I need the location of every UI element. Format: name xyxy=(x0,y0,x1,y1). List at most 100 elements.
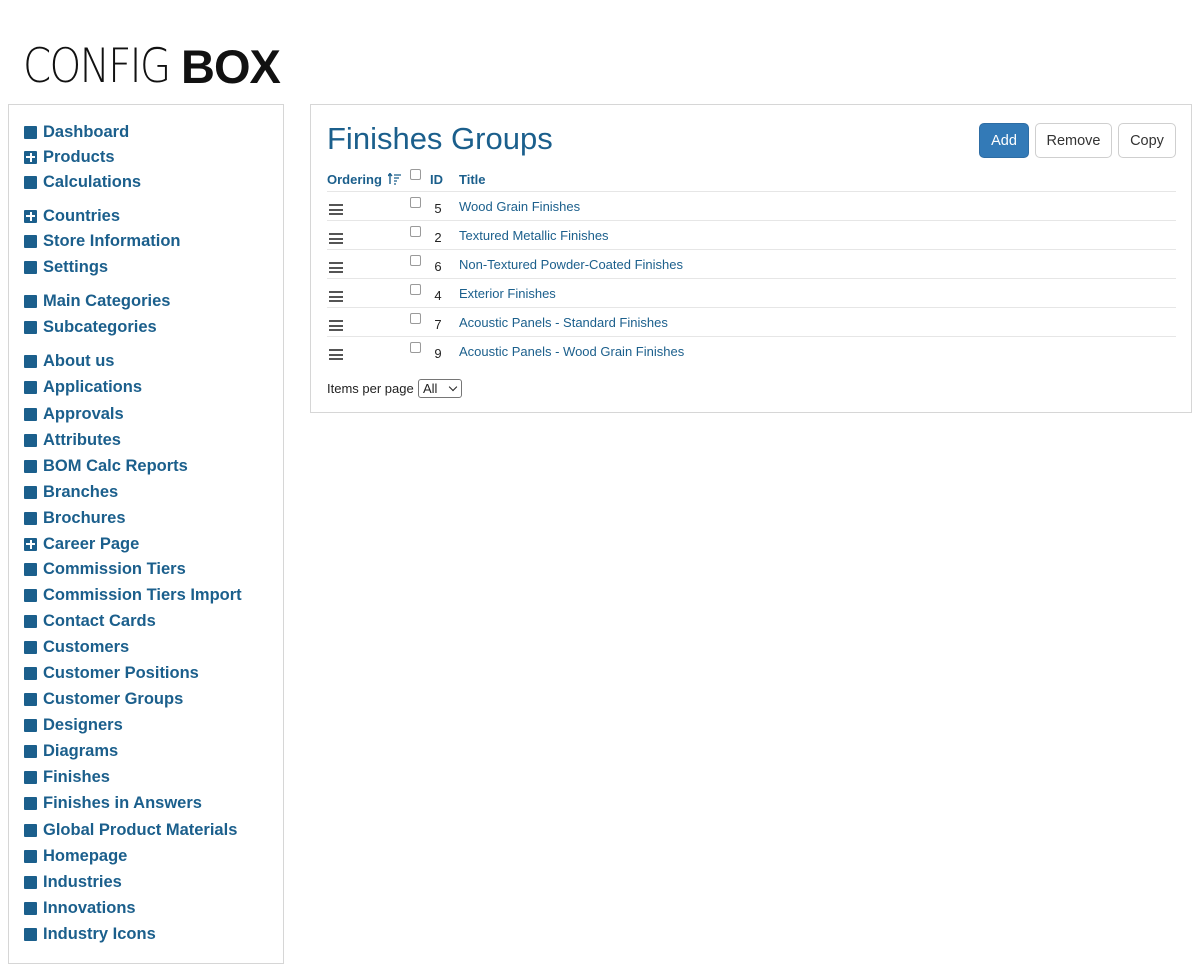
title-header[interactable]: Title xyxy=(459,172,486,187)
id-header[interactable]: ID xyxy=(430,172,443,187)
sidebar-item-commission-tiers[interactable]: Commission Tiers xyxy=(24,559,186,579)
sidebar-item-industries[interactable]: Industries xyxy=(24,872,122,892)
sidebar-item-designers[interactable]: Designers xyxy=(24,715,123,735)
sidebar-item-label: Designers xyxy=(43,715,123,734)
sort-icon xyxy=(386,172,401,185)
ordering-header[interactable]: Ordering xyxy=(327,172,402,187)
row-title-link[interactable]: Non-Textured Powder-Coated Finishes xyxy=(459,257,683,272)
sidebar-item-innovations[interactable]: Innovations xyxy=(24,898,136,918)
row-checkbox[interactable] xyxy=(410,284,421,295)
main-panel: Finishes Groups Add Remove Copy Ordering… xyxy=(310,104,1192,413)
menu-square-icon xyxy=(24,770,37,784)
row-divider xyxy=(327,249,1176,250)
drag-handle-icon[interactable] xyxy=(329,233,343,244)
sidebar-item-settings[interactable]: Settings xyxy=(24,257,108,277)
sidebar-item-about-us[interactable]: About us xyxy=(24,351,115,371)
header-divider xyxy=(327,191,1176,192)
sidebar-item-career-page[interactable]: Career Page xyxy=(24,534,139,554)
menu-square-icon xyxy=(24,901,37,915)
copy-button[interactable]: Copy xyxy=(1118,123,1176,158)
sidebar-item-customer-positions[interactable]: Customer Positions xyxy=(24,663,199,683)
sidebar-item-products[interactable]: Products xyxy=(24,147,115,167)
drag-handle-icon[interactable] xyxy=(329,262,343,273)
sidebar-item-applications[interactable]: Applications xyxy=(24,377,142,397)
sidebar-item-customer-groups[interactable]: Customer Groups xyxy=(24,689,183,709)
menu-square-icon xyxy=(24,485,37,499)
sidebar-item-calculations[interactable]: Calculations xyxy=(24,172,141,192)
sidebar-item-subcategories[interactable]: Subcategories xyxy=(24,317,157,337)
sidebar-item-industry-icons[interactable]: Industry Icons xyxy=(24,924,156,944)
row-divider xyxy=(327,307,1176,308)
sidebar-item-branches[interactable]: Branches xyxy=(24,482,118,502)
sidebar-item-label: Brochures xyxy=(43,508,126,527)
menu-square-icon xyxy=(24,875,37,889)
drag-handle-icon[interactable] xyxy=(329,320,343,331)
sidebar-item-label: BOM Calc Reports xyxy=(43,456,188,475)
row-id: 5 xyxy=(434,201,442,216)
remove-button[interactable]: Remove xyxy=(1035,123,1112,158)
row-id: 7 xyxy=(434,317,442,332)
menu-square-icon xyxy=(24,849,37,863)
sidebar-item-contact-cards[interactable]: Contact Cards xyxy=(24,611,156,631)
menu-square-icon xyxy=(24,562,37,576)
page-title: Finishes Groups xyxy=(327,121,553,156)
expand-plus-icon xyxy=(24,537,37,551)
sidebar-nav: Dashboard Products Calculations Countries St… xyxy=(8,104,284,964)
menu-square-icon xyxy=(24,459,37,473)
row-checkbox[interactable] xyxy=(410,313,421,324)
sidebar-item-label: Calculations xyxy=(43,172,142,191)
menu-square-icon xyxy=(24,294,37,308)
sidebar-item-label: Attributes xyxy=(43,430,121,449)
row-title-link[interactable]: Exterior Finishes xyxy=(459,286,556,301)
add-button[interactable]: Add xyxy=(979,123,1029,158)
items-per-page-select[interactable]: All xyxy=(418,379,462,398)
sidebar-item-label: Applications xyxy=(43,377,143,396)
sidebar-item-store-information[interactable]: Store Information xyxy=(24,231,181,251)
row-title-link[interactable]: Wood Grain Finishes xyxy=(459,199,580,214)
menu-square-icon xyxy=(24,175,37,189)
sidebar-item-main-categories[interactable]: Main Categories xyxy=(24,291,170,311)
menu-square-icon xyxy=(24,823,37,837)
drag-handle-icon[interactable] xyxy=(329,204,343,215)
sidebar-item-label: Finishes in Answers xyxy=(43,793,202,812)
sidebar-item-bom-calc-reports[interactable]: BOM Calc Reports xyxy=(24,456,188,476)
menu-square-icon xyxy=(24,692,37,706)
drag-handle-icon[interactable] xyxy=(329,349,343,360)
sidebar-item-label: Career Page xyxy=(43,534,140,553)
sidebar-item-commission-tiers-import[interactable]: Commission Tiers Import xyxy=(24,585,242,605)
sidebar-item-attributes[interactable]: Attributes xyxy=(24,430,121,450)
sidebar-item-finishes[interactable]: Finishes xyxy=(24,767,110,787)
select-all-checkbox[interactable] xyxy=(410,169,421,180)
menu-square-icon xyxy=(24,407,37,421)
sidebar-item-brochures[interactable]: Brochures xyxy=(24,508,126,528)
sidebar-item-label: Approvals xyxy=(43,404,124,423)
sidebar-item-label: Finishes xyxy=(43,767,110,786)
row-title-link[interactable]: Acoustic Panels - Wood Grain Finishes xyxy=(459,344,684,359)
items-per-page-label: Items per page xyxy=(327,381,414,396)
menu-square-icon xyxy=(24,433,37,447)
sidebar-item-diagrams[interactable]: Diagrams xyxy=(24,741,118,761)
sidebar-item-homepage[interactable]: Homepage xyxy=(24,846,127,866)
sidebar-item-label: Settings xyxy=(43,257,109,276)
drag-handle-icon[interactable] xyxy=(329,291,343,302)
row-checkbox[interactable] xyxy=(410,197,421,208)
sidebar-item-finishes-in-answers[interactable]: Finishes in Answers xyxy=(24,793,202,813)
row-id: 4 xyxy=(434,288,442,303)
row-title-link[interactable]: Textured Metallic Finishes xyxy=(459,228,609,243)
expand-plus-icon xyxy=(24,209,37,223)
sidebar-item-label: Products xyxy=(43,147,115,166)
configbox-logo: CONFIG BOX xyxy=(23,39,281,94)
sidebar-item-customers[interactable]: Customers xyxy=(24,637,129,657)
sidebar-item-label: Contact Cards xyxy=(43,611,156,630)
sidebar-item-global-product-materials[interactable]: Global Product Materials xyxy=(24,820,237,840)
row-checkbox[interactable] xyxy=(410,255,421,266)
row-title-link[interactable]: Acoustic Panels - Standard Finishes xyxy=(459,315,668,330)
expand-plus-icon xyxy=(24,150,37,164)
row-checkbox[interactable] xyxy=(410,342,421,353)
sidebar-item-dashboard[interactable]: Dashboard xyxy=(24,122,129,142)
sidebar-item-countries[interactable]: Countries xyxy=(24,206,120,226)
menu-square-icon xyxy=(24,260,37,274)
row-checkbox[interactable] xyxy=(410,226,421,237)
sidebar-item-approvals[interactable]: Approvals xyxy=(24,404,124,424)
logo-text-light: CONFIG xyxy=(23,39,171,94)
